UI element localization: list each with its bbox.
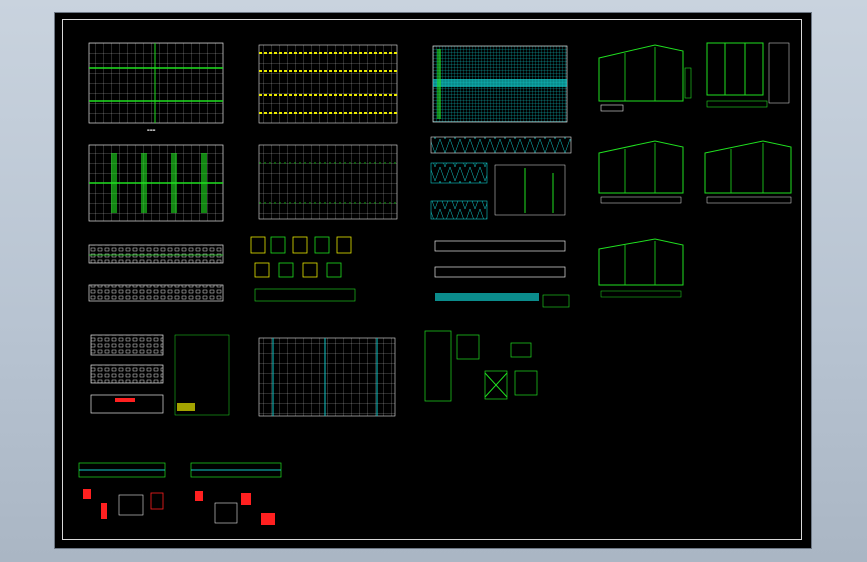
sheet-frame-3[interactable] [598, 140, 684, 204]
cad-model-viewport[interactable]: ▬▬▬ [55, 13, 811, 548]
sheet-elevations[interactable] [88, 244, 224, 302]
sheet-plan-4[interactable] [258, 144, 398, 220]
sheet-frame-2[interactable] [706, 42, 790, 108]
sheet-details-1[interactable] [250, 236, 356, 302]
sheet-sections[interactable] [90, 334, 230, 416]
sheet-truss-elevation[interactable] [430, 136, 572, 220]
svg-text:▬▬▬: ▬▬▬ [147, 128, 156, 132]
sheet-plan-2[interactable] [258, 44, 398, 124]
sheet-frame-5[interactable] [598, 238, 684, 298]
sheet-node-detail-2[interactable] [190, 462, 282, 525]
sheet-column-grid[interactable] [258, 337, 396, 417]
sheet-node-detail-1[interactable] [78, 462, 166, 519]
sheet-beam-elevation[interactable] [434, 240, 570, 308]
sheet-plan-3[interactable] [88, 144, 224, 222]
sheet-frame-1[interactable] [598, 44, 692, 112]
sheet-plan-1[interactable]: ▬▬▬ [88, 42, 224, 132]
sheet-frame-4[interactable] [704, 140, 792, 204]
sheet-details-2[interactable] [424, 330, 538, 402]
cad-drawing-canvas[interactable]: ▬▬▬ [55, 13, 811, 548]
sheet-roof-grid[interactable] [432, 45, 568, 123]
